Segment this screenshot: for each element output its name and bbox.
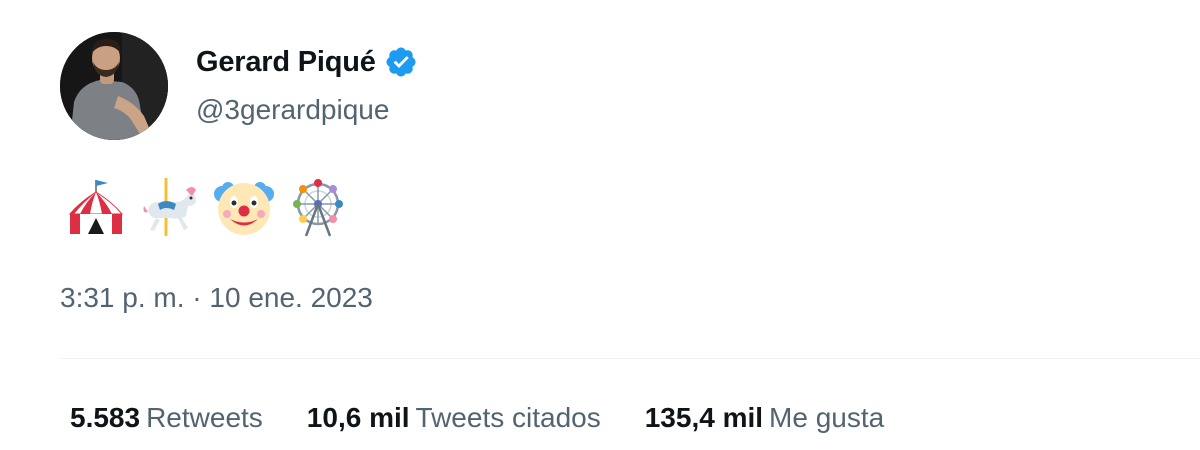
retweets-count: 5.583 xyxy=(70,402,141,433)
quote-tweets-stat[interactable]: 10,6 mil Tweets citados xyxy=(307,402,601,434)
name-row: Gerard Piqué xyxy=(196,42,418,82)
tweet-stats: 5.583 Retweets 10,6 mil Tweets citados 135… xyxy=(70,402,928,434)
display-name[interactable]: Gerard Piqué xyxy=(196,46,376,79)
verified-badge-icon xyxy=(384,45,418,79)
likes-stat[interactable]: 135,4 mil Me gusta xyxy=(645,402,884,434)
user-handle[interactable]: @3gerardpique xyxy=(196,94,418,126)
clown-face-icon xyxy=(214,182,274,235)
tweet-timestamp[interactable]: 3:31 p. m. · 10 ene. 2023 xyxy=(60,282,373,314)
likes-count: 135,4 mil xyxy=(644,402,764,433)
quote-tweets-count: 10,6 mil xyxy=(306,402,410,433)
tweet-text xyxy=(66,176,348,238)
carousel-horse-icon xyxy=(143,178,196,236)
quote-tweets-label: Tweets citados xyxy=(415,402,601,433)
author-info: Gerard Piqué @3gerardpique xyxy=(196,42,418,126)
retweets-stat[interactable]: 5.583 Retweets xyxy=(70,402,263,434)
likes-label: Me gusta xyxy=(769,402,885,433)
tweet-card: Gerard Piqué @3gerardpique 3:31 p. m. · … xyxy=(0,0,1200,450)
divider xyxy=(60,358,1200,359)
ferris-wheel-icon xyxy=(293,179,343,237)
retweets-label: Retweets xyxy=(146,402,263,433)
circus-tent-icon xyxy=(68,180,124,234)
avatar[interactable] xyxy=(60,32,168,140)
profile-photo xyxy=(60,32,168,140)
